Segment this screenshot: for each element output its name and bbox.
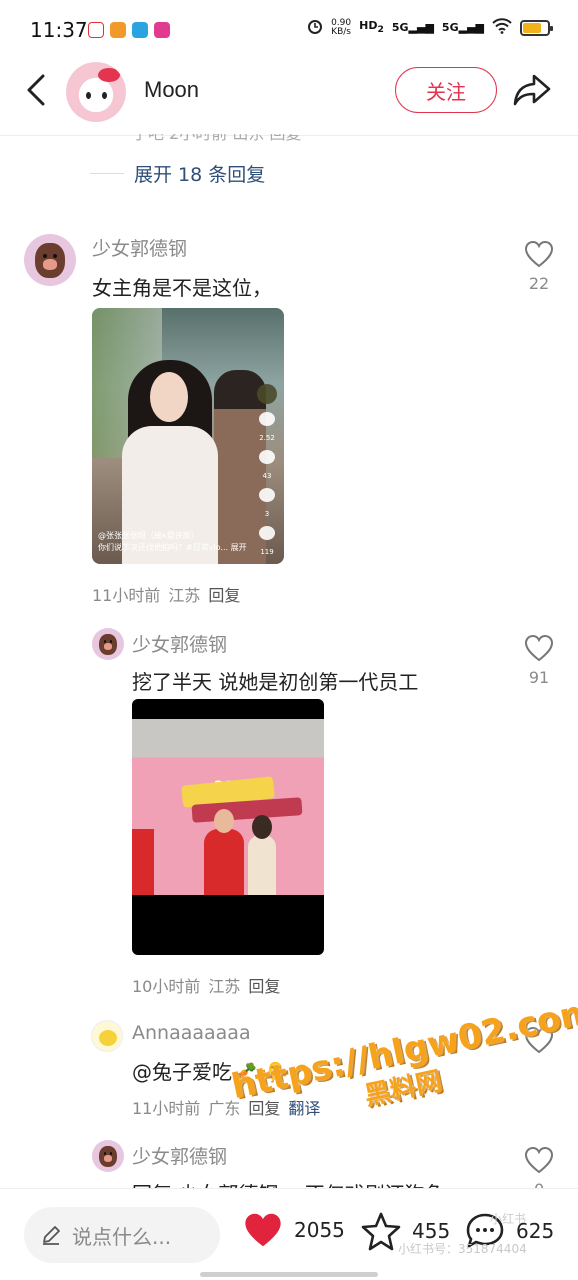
expand-replies-label[interactable]: 展开 18 条回复 xyxy=(134,160,265,187)
comment-text[interactable]: 挖了半天 说她是初创第一代员工 xyxy=(132,666,418,695)
video-share-count: 119 xyxy=(260,548,274,556)
app-notification-icon xyxy=(88,22,104,38)
telegram-icon xyxy=(132,22,148,38)
comment-text[interactable]: 女主角是不是这位， xyxy=(92,272,272,301)
bottom-action-bar: 说点什么... 2055 455 625 xyxy=(0,1188,578,1280)
comment-time: 11小时前 xyxy=(132,1099,201,1118)
like-post-button[interactable]: 2055 xyxy=(242,1211,345,1249)
comment-time: 11小时前 xyxy=(92,586,161,605)
video-caption-user: @张张张张呀（接к盘侠版） xyxy=(98,531,199,540)
comment-icon xyxy=(259,450,275,464)
chevron-left-icon xyxy=(27,74,45,106)
share-button[interactable] xyxy=(512,70,552,110)
avatar[interactable] xyxy=(92,1140,124,1172)
star-outline-icon xyxy=(361,1212,401,1251)
comment-input[interactable]: 说点什么... xyxy=(24,1207,220,1263)
wifi-icon xyxy=(492,18,512,37)
commenter-name[interactable]: 少女郭德钢 xyxy=(92,234,187,261)
avatar-icon xyxy=(257,384,277,404)
heart-icon xyxy=(259,412,275,426)
follow-button[interactable]: 关注 xyxy=(395,67,497,113)
comment-meta: 10小时前 江苏 回复 xyxy=(132,973,280,997)
commenter-name[interactable]: 少女郭德钢 xyxy=(132,630,227,657)
comment-location: 江苏 xyxy=(208,977,241,996)
expand-replies[interactable]: 展开 18 条回复 xyxy=(90,160,265,187)
video-fav-count: 3 xyxy=(264,510,270,518)
like-button[interactable] xyxy=(522,1146,556,1178)
heart-outline-icon xyxy=(524,240,554,268)
like-count: 91 xyxy=(528,668,550,687)
signal-sim1-icon: 5G▂▄▆ xyxy=(391,21,434,34)
like-button[interactable]: 22 xyxy=(522,240,556,293)
commenter-name[interactable]: Annaaaaaaa xyxy=(132,1022,251,1044)
signal-sim2-icon: 5G▂▄▆ xyxy=(441,21,484,34)
likes-count: 2055 xyxy=(294,1218,345,1242)
hd-indicator: HD2 xyxy=(359,19,384,36)
watermark-overlay: https://hlgw02.com 黑料网 xyxy=(228,991,578,1139)
home-indicator[interactable] xyxy=(200,1272,378,1277)
like-button[interactable]: 91 xyxy=(522,634,556,687)
commenter-name[interactable]: 少女郭德钢 xyxy=(132,1142,227,1169)
comment-time: 10小时前 xyxy=(132,977,201,996)
avatar[interactable] xyxy=(91,1020,123,1052)
top-nav-bar: Moon 关注 xyxy=(0,58,578,136)
heart-outline-icon xyxy=(524,1146,554,1174)
comment-meta: 11小时前 江苏 回复 xyxy=(92,582,240,606)
star-icon xyxy=(259,488,275,502)
app-notification-icon xyxy=(154,22,170,38)
video-caption: @张张张张呀（接к盘侠版） 你们说下次还找他拍吗？#日常vlo... 展开 xyxy=(98,530,247,554)
status-app-icons xyxy=(88,22,170,38)
reply-button[interactable]: 回复 xyxy=(208,582,240,606)
comment-input-placeholder: 说点什么... xyxy=(72,1224,172,1249)
divider xyxy=(90,173,124,174)
share-arrow-icon xyxy=(513,74,551,106)
author-avatar[interactable] xyxy=(66,62,126,122)
heart-outline-icon xyxy=(524,634,554,662)
avatar[interactable] xyxy=(24,234,76,286)
pencil-icon xyxy=(43,1226,60,1245)
status-time: 11:37 xyxy=(30,18,88,42)
platform-badge: 小红书 xyxy=(490,1212,527,1226)
author-name[interactable]: Moon xyxy=(144,77,199,103)
comment-image[interactable]: 2024 xyxy=(132,699,324,955)
network-speed: 0.90 KB/s xyxy=(331,17,352,37)
like-count: 22 xyxy=(528,274,550,293)
platform-watermark: 小红书号：351874404 xyxy=(398,1242,527,1256)
status-bar: 11:37 0.90 KB/s HD2 5G▂▄▆ 5G▂▄▆ xyxy=(0,0,578,60)
alarm-icon xyxy=(307,18,323,37)
comment-image[interactable]: 2.52 43 3 119 @张张张张呀（接к盘侠版） 你们说下次还找他拍吗？#… xyxy=(92,308,284,564)
reply-button[interactable]: 回复 xyxy=(248,973,280,997)
heart-filled-icon xyxy=(245,1213,281,1247)
share-icon xyxy=(259,526,275,540)
video-like-count: 2.52 xyxy=(259,434,275,442)
back-button[interactable] xyxy=(18,72,54,108)
battery-icon xyxy=(520,19,553,36)
avatar[interactable] xyxy=(92,628,124,660)
video-side-actions: 2.52 43 3 119 xyxy=(256,384,278,556)
video-caption-text: 你们说下次还找他拍吗？#日常vlo... 展开 xyxy=(98,543,247,552)
video-comment-count: 43 xyxy=(262,472,272,480)
comment-location: 江苏 xyxy=(168,586,201,605)
status-indicators: 0.90 KB/s HD2 5G▂▄▆ 5G▂▄▆ xyxy=(307,17,553,37)
app-notification-icon xyxy=(110,22,126,38)
